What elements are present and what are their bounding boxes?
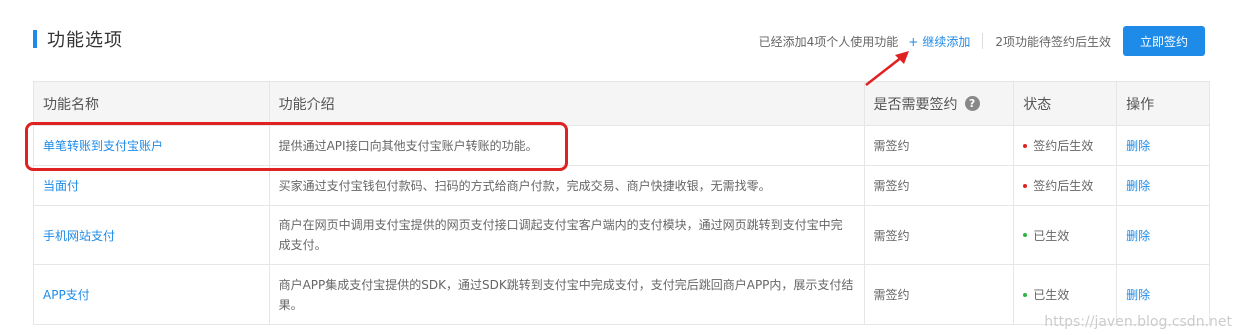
status-cell: 签约后生效 [1014,166,1118,205]
pending-sign-text: 2项功能待签约后生效 [995,34,1111,49]
status-text: 签约后生效 [1033,179,1094,193]
status-cell: 签约后生效 [1014,126,1118,165]
watermark: https://javen.blog.csdn.net [1044,314,1232,330]
table-row: APP支付 商户APP集成支付宝提供的SDK，通过SDK跳转到支付宝中完成支付，… [34,265,1209,324]
sign-required-value: 需签约 [865,265,1015,324]
delete-link[interactable]: 删除 [1126,137,1150,154]
delete-link[interactable]: 删除 [1126,177,1150,194]
divider [982,33,984,49]
table-row: 手机网站支付 商户在网页中调用支付宝提供的网页支付接口调起支付宝客户端内的支付模… [34,206,1209,265]
status-dot-icon [1023,143,1028,148]
feature-description: 买家通过支付宝钱包付款码、扫码的方式给商户付款，完成交易、商户快捷收银，无需找零… [270,166,865,205]
section-title: 功能选项 [33,30,123,51]
table-row: 单笔转账到支付宝账户 提供通过API接口向其他支付宝账户转账的功能。 需签约 签… [34,126,1209,166]
page: 功能选项 已经添加4项个人使用功能 + 继续添加 2项功能待签约后生效 立即签约 … [0,0,1240,335]
add-more-link[interactable]: + 继续添加 [908,33,970,50]
table-header-row: 功能名称 功能介绍 是否需要签约 ? 状态 操作 [34,82,1209,126]
column-header-name: 功能名称 [34,82,270,125]
feature-description: 商户APP集成支付宝提供的SDK，通过SDK跳转到支付宝中完成支付，支付完后跳回… [270,265,865,324]
help-icon[interactable]: ? [964,96,980,111]
feature-name-link[interactable]: 当面付 [43,177,79,194]
status-dot-icon [1023,292,1028,297]
feature-name-link[interactable]: APP支付 [43,286,90,303]
header-actions: 已经添加4项个人使用功能 + 继续添加 2项功能待签约后生效 立即签约 [759,26,1205,56]
status-dot-icon [1023,233,1028,237]
status-text: 签约后生效 [1033,139,1094,153]
status-text: 已生效 [1033,288,1070,302]
title-accent-bar [33,30,37,48]
feature-name-link[interactable]: 单笔转账到支付宝账户 [43,137,163,154]
status-dot-icon [1023,183,1028,188]
table-row: 当面付 买家通过支付宝钱包付款码、扫码的方式给商户付款，完成交易、商户快捷收银，… [34,166,1209,206]
page-title: 功能选项 [47,30,123,51]
sign-now-button[interactable]: 立即签约 [1123,26,1205,56]
column-header-status: 状态 [1014,82,1118,125]
add-more-label: 继续添加 [922,34,971,49]
plus-icon: + [908,34,919,49]
added-count-text: 已经添加4项个人使用功能 [758,34,899,49]
feature-name-link[interactable]: 手机网站支付 [43,227,115,244]
status-cell: 已生效 [1014,206,1118,264]
features-table: 功能名称 功能介绍 是否需要签约 ? 状态 操作 单笔转账到支付宝账户 提供通过… [33,81,1210,325]
sign-required-value: 需签约 [865,126,1015,165]
sign-required-value: 需签约 [865,166,1015,205]
delete-link[interactable]: 删除 [1126,227,1150,244]
column-header-sign-label: 是否需要签约 [873,96,958,113]
sign-required-value: 需签约 [865,206,1015,264]
delete-link[interactable]: 删除 [1126,286,1150,303]
column-header-action: 操作 [1126,96,1155,113]
column-header-sign-required: 是否需要签约 ? [865,82,1015,125]
feature-description: 商户在网页中调用支付宝提供的网页支付接口调起支付宝客户端内的支付模块，通过网页跳… [270,206,865,264]
feature-description: 提供通过API接口向其他支付宝账户转账的功能。 [270,126,865,165]
column-header-description: 功能介绍 [270,82,865,125]
status-text: 已生效 [1033,228,1070,243]
